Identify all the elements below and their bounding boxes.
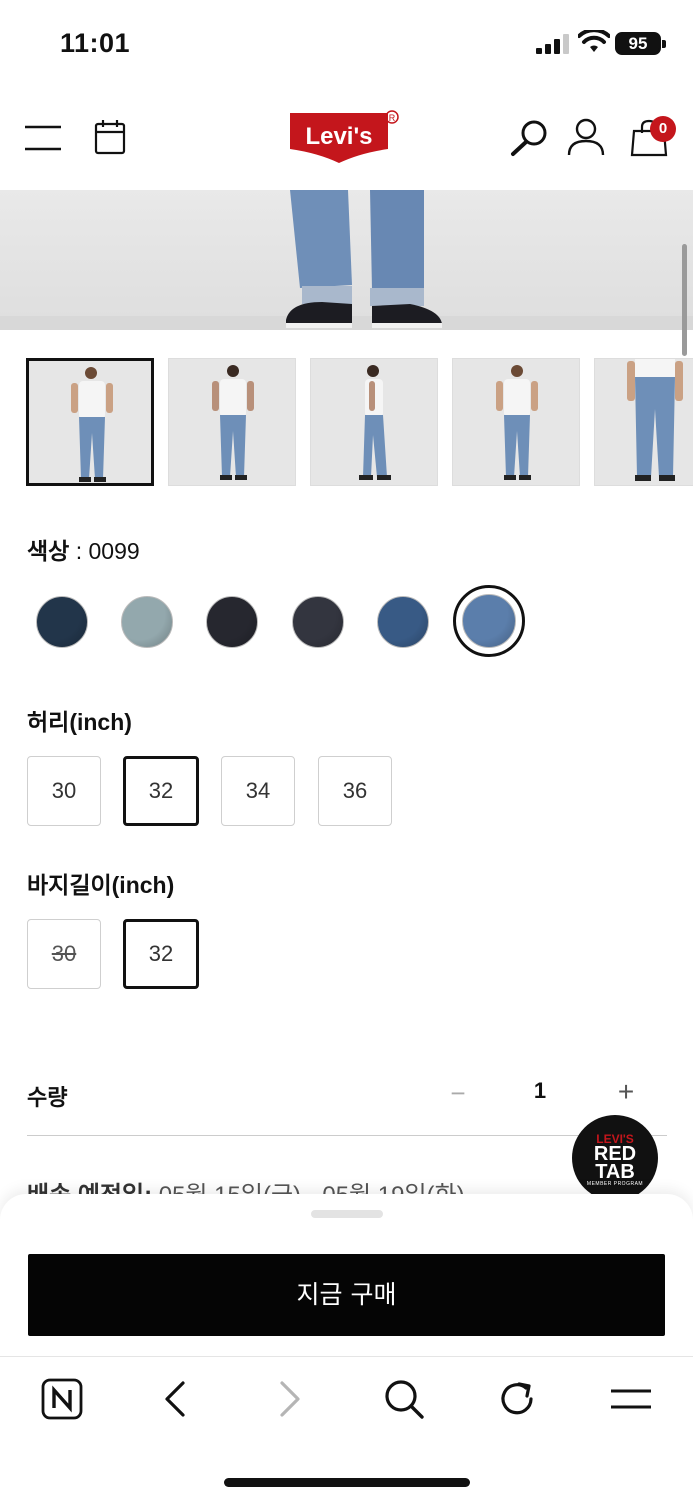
quantity-value: 1: [533, 1078, 547, 1103]
product-main-image[interactable]: [0, 190, 693, 330]
length-label: 바지길이(inch): [27, 872, 175, 898]
reload-icon[interactable]: [495, 1377, 539, 1421]
site-header: Levi's R: [0, 95, 693, 185]
thumbnail-strip: [26, 358, 693, 488]
red-tab-line3: TAB: [595, 1161, 635, 1183]
quantity-decrement-button[interactable]: −: [446, 1078, 470, 1109]
waist-size-36[interactable]: 36: [318, 756, 392, 826]
divider: [27, 1135, 667, 1136]
menu-icon[interactable]: [609, 1377, 653, 1421]
naver-n-icon[interactable]: [40, 1377, 84, 1421]
cart-count-badge: 0: [650, 116, 676, 142]
search-icon[interactable]: [382, 1377, 426, 1421]
back-icon[interactable]: [153, 1377, 197, 1421]
color-swatch-5[interactable]: [377, 596, 429, 648]
waist-size-34[interactable]: 34: [221, 756, 295, 826]
logo-text: Levi's: [305, 123, 372, 150]
thumbnail-1[interactable]: [26, 358, 154, 486]
thumbnail-3[interactable]: [310, 358, 438, 486]
cellular-signal-icon: [536, 34, 569, 54]
thumbnail-4[interactable]: [452, 358, 580, 486]
sheet-drag-handle[interactable]: [311, 1210, 383, 1218]
red-tab-line4: MEMBER PROGRAM: [586, 1181, 644, 1187]
quantity-label: 수량: [27, 1085, 68, 1110]
account-icon[interactable]: [566, 117, 606, 157]
browser-toolbar: [0, 1356, 693, 1500]
search-icon[interactable]: [510, 119, 550, 157]
length-size-30-unavailable[interactable]: 30: [27, 919, 101, 989]
waist-size-30[interactable]: 30: [27, 756, 101, 826]
color-label-text: 색상: [27, 538, 70, 564]
forward-icon[interactable]: [268, 1377, 312, 1421]
battery-icon: 95: [615, 32, 666, 55]
purchase-bottom-sheet: 지금 구매: [0, 1194, 693, 1356]
color-value: : 0099: [69, 538, 140, 564]
color-swatch-2[interactable]: [121, 596, 173, 648]
color-swatch-4[interactable]: [292, 596, 344, 648]
red-tab-member-button[interactable]: LEVI'S RED TAB MEMBER PROGRAM: [572, 1115, 658, 1201]
color-swatch-3[interactable]: [206, 596, 258, 648]
waist-size-32[interactable]: 32: [123, 756, 199, 826]
calendar-icon[interactable]: [94, 119, 126, 155]
thumbnail-2[interactable]: [168, 358, 296, 486]
color-swatch-6-selected[interactable]: [462, 594, 516, 648]
thumbnail-5[interactable]: [594, 358, 693, 486]
wifi-icon: [578, 30, 610, 52]
home-indicator[interactable]: [224, 1478, 470, 1487]
status-time: 11:01: [60, 28, 131, 58]
waist-label: 허리(inch): [27, 709, 132, 735]
menu-icon[interactable]: [24, 125, 62, 151]
jeans-legs-image: [0, 190, 693, 330]
color-label: 색상 : 0099: [27, 532, 140, 566]
status-bar: 11:01 95: [0, 0, 693, 90]
levis-logo[interactable]: Levi's R: [288, 109, 406, 165]
quantity-increment-button[interactable]: +: [612, 1076, 640, 1108]
svg-text:R: R: [389, 113, 396, 123]
buy-now-button[interactable]: 지금 구매: [28, 1254, 665, 1336]
length-size-32[interactable]: 32: [123, 919, 199, 989]
color-swatch-1[interactable]: [36, 596, 88, 648]
page-scrollbar[interactable]: [682, 244, 687, 356]
